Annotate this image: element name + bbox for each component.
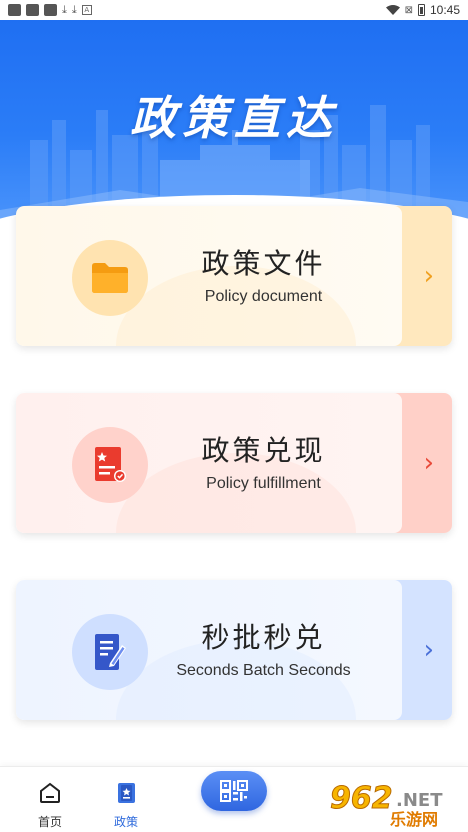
card-body: 秒批秒兑 Seconds Batch Seconds [16, 580, 402, 720]
svg-text:.NET: .NET [396, 790, 443, 811]
battery-icon [417, 4, 425, 16]
status-right-icons: ⊠ 10:45 [385, 3, 460, 17]
card-body: 政策文件 Policy document [16, 206, 402, 346]
home-icon [40, 782, 60, 803]
card-subtitle: Seconds Batch Seconds [176, 662, 351, 679]
qr-scan-button[interactable] [201, 771, 267, 811]
status-time: 10:45 [429, 3, 460, 17]
download-icon: ⤓ [71, 3, 77, 16]
folder-icon-circle [72, 240, 148, 316]
policy-fulfillment-card[interactable]: 政策兑现 Policy fulfillment › [16, 393, 452, 533]
seconds-batch-card[interactable]: 秒批秒兑 Seconds Batch Seconds › [16, 580, 452, 720]
nav-item-policy[interactable]: 政策 [96, 781, 156, 830]
card-subtitle: Policy document [204, 288, 323, 305]
qr-scan-icon [220, 780, 248, 802]
font-icon: A [81, 5, 92, 15]
notification-icon [44, 4, 57, 16]
notification-icon [26, 4, 39, 16]
card-subtitle: Policy fulfillment [206, 475, 321, 492]
download-icon: ⤓ [62, 3, 67, 16]
watermark-logo: 962 .NET 乐游网 [330, 781, 444, 829]
policy-document-card[interactable]: 政策文件 Policy document › [16, 206, 452, 346]
certificate-icon-circle [72, 427, 148, 503]
certificate-icon [95, 447, 126, 482]
no-sim-icon: ⊠ [404, 4, 413, 16]
card-title: 秒批秒兑 [201, 621, 326, 654]
card-body: 政策兑现 Policy fulfillment [16, 393, 402, 533]
sign-document-icon [95, 634, 126, 670]
svg-text:962: 962 [330, 781, 393, 816]
status-left-icons: ⤓ ⤓ A [8, 4, 92, 16]
sign-document-icon-circle [72, 614, 148, 690]
banner: 政策直达 [0, 20, 468, 230]
policy-icon [118, 783, 135, 803]
nav-item-home[interactable]: 首页 [20, 781, 80, 830]
nav-label-home: 首页 [37, 815, 62, 829]
nav-label-policy: 政策 [113, 815, 138, 829]
banner-title: 政策直达 [130, 91, 338, 145]
wifi-icon [385, 5, 400, 15]
folder-icon [92, 263, 128, 293]
card-title: 政策文件 [201, 247, 326, 280]
card-title: 政策兑现 [201, 434, 326, 467]
notification-icon [8, 4, 21, 16]
status-bar: ⤓ ⤓ A ⊠ 10:45 [0, 0, 468, 20]
svg-text:乐游网: 乐游网 [390, 810, 438, 828]
